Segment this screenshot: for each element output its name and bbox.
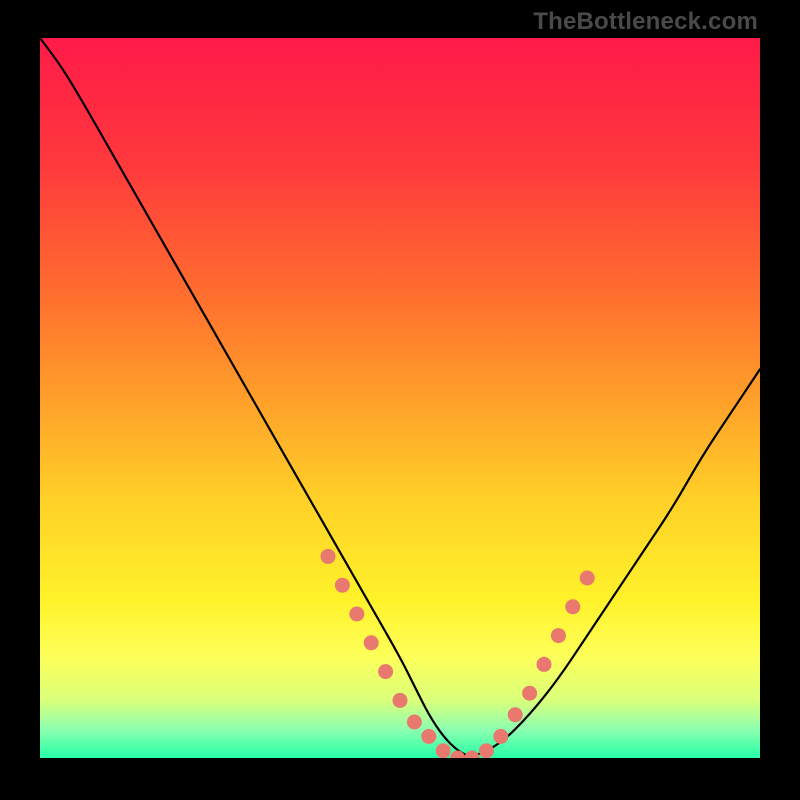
highlight-dot xyxy=(407,715,422,730)
highlight-dot xyxy=(321,549,336,564)
highlight-dot xyxy=(465,751,480,759)
highlight-dots xyxy=(321,549,595,758)
highlight-dot xyxy=(436,743,451,758)
highlight-dot xyxy=(479,743,494,758)
highlight-dot xyxy=(349,607,364,622)
chart-frame: TheBottleneck.com xyxy=(0,0,800,800)
highlight-dot xyxy=(565,599,580,614)
watermark-text: TheBottleneck.com xyxy=(533,8,758,36)
highlight-dot xyxy=(450,751,465,759)
highlight-dot xyxy=(364,635,379,650)
bottleneck-curve-line xyxy=(40,38,760,756)
highlight-dot xyxy=(580,571,595,586)
highlight-dot xyxy=(335,578,350,593)
highlight-dot xyxy=(537,657,552,672)
highlight-dot xyxy=(493,729,508,744)
plot-area xyxy=(40,38,760,758)
highlight-dot xyxy=(421,729,436,744)
highlight-dot xyxy=(393,693,408,708)
highlight-dot xyxy=(551,628,566,643)
highlight-dot xyxy=(522,686,537,701)
curve-overlay xyxy=(40,38,760,758)
highlight-dot xyxy=(508,707,523,722)
highlight-dot xyxy=(378,664,393,679)
